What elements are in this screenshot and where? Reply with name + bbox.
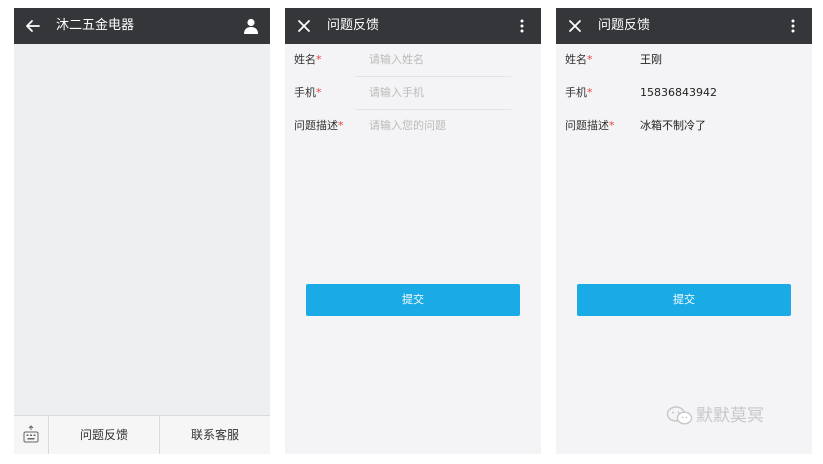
- phone-row: 手机*: [285, 77, 541, 109]
- description-row: 问题描述* 冰箱不制冷了: [556, 110, 812, 142]
- description-row: 问题描述*: [285, 110, 541, 142]
- name-label: 姓名*: [294, 53, 322, 66]
- menu-item-feedback[interactable]: 问题反馈: [49, 416, 160, 454]
- chat-screen: 沐二五金电器 问题反馈 联系客服: [14, 8, 270, 454]
- keyboard-icon: [23, 425, 39, 443]
- feedback-form-empty: 问题反馈 姓名* 手机* 问题描述* 提交: [285, 8, 541, 454]
- feedback-form-filled: 问题反馈 姓名* 王刚 手机* 15836843942 问题描述* 冰箱不制冷了…: [556, 8, 812, 454]
- name-row: 姓名*: [285, 44, 541, 76]
- name-value[interactable]: 王刚: [640, 44, 662, 76]
- top-bar: 沐二五金电器: [14, 8, 270, 44]
- phone-input[interactable]: [369, 77, 521, 109]
- description-value[interactable]: 冰箱不制冷了: [640, 110, 706, 142]
- phone-value[interactable]: 15836843942: [640, 77, 717, 109]
- screenshot-collage: 沐二五金电器 问题反馈 联系客服 问题反馈 姓名* 请输入姓名 手机* 请输入手…: [0, 0, 823, 464]
- phone-label: 手机*: [294, 86, 322, 99]
- top-bar: 问题反馈: [556, 8, 812, 44]
- top-bar: 问题反馈: [285, 8, 541, 44]
- phone-label: 手机*: [565, 86, 593, 99]
- arrow-left-icon[interactable]: [24, 17, 42, 35]
- description-label: 问题描述*: [294, 119, 344, 132]
- more-vertical-icon[interactable]: [784, 17, 802, 35]
- description-input[interactable]: [369, 110, 521, 142]
- submit-button[interactable]: 提交: [306, 284, 520, 316]
- phone-row: 手机* 15836843942: [556, 77, 812, 109]
- menu-item-customer-service[interactable]: 联系客服: [160, 416, 270, 454]
- watermark-text: 默默莫冥: [696, 406, 764, 426]
- name-label: 姓名*: [565, 53, 593, 66]
- person-icon[interactable]: [242, 17, 260, 35]
- wechat-icon: [666, 406, 693, 425]
- name-row: 姓名* 王刚: [556, 44, 812, 76]
- close-icon[interactable]: [295, 17, 313, 35]
- page-title: 问题反馈: [598, 18, 651, 33]
- more-vertical-icon[interactable]: [513, 17, 531, 35]
- description-label: 问题描述*: [565, 119, 615, 132]
- close-icon[interactable]: [566, 17, 584, 35]
- submit-button[interactable]: 提交: [577, 284, 791, 316]
- page-title: 沐二五金电器: [56, 18, 135, 33]
- page-title: 问题反馈: [327, 18, 380, 33]
- name-input[interactable]: [369, 44, 521, 76]
- keyboard-toggle-button[interactable]: [14, 416, 49, 454]
- bottom-menu: 问题反馈 联系客服: [14, 415, 270, 454]
